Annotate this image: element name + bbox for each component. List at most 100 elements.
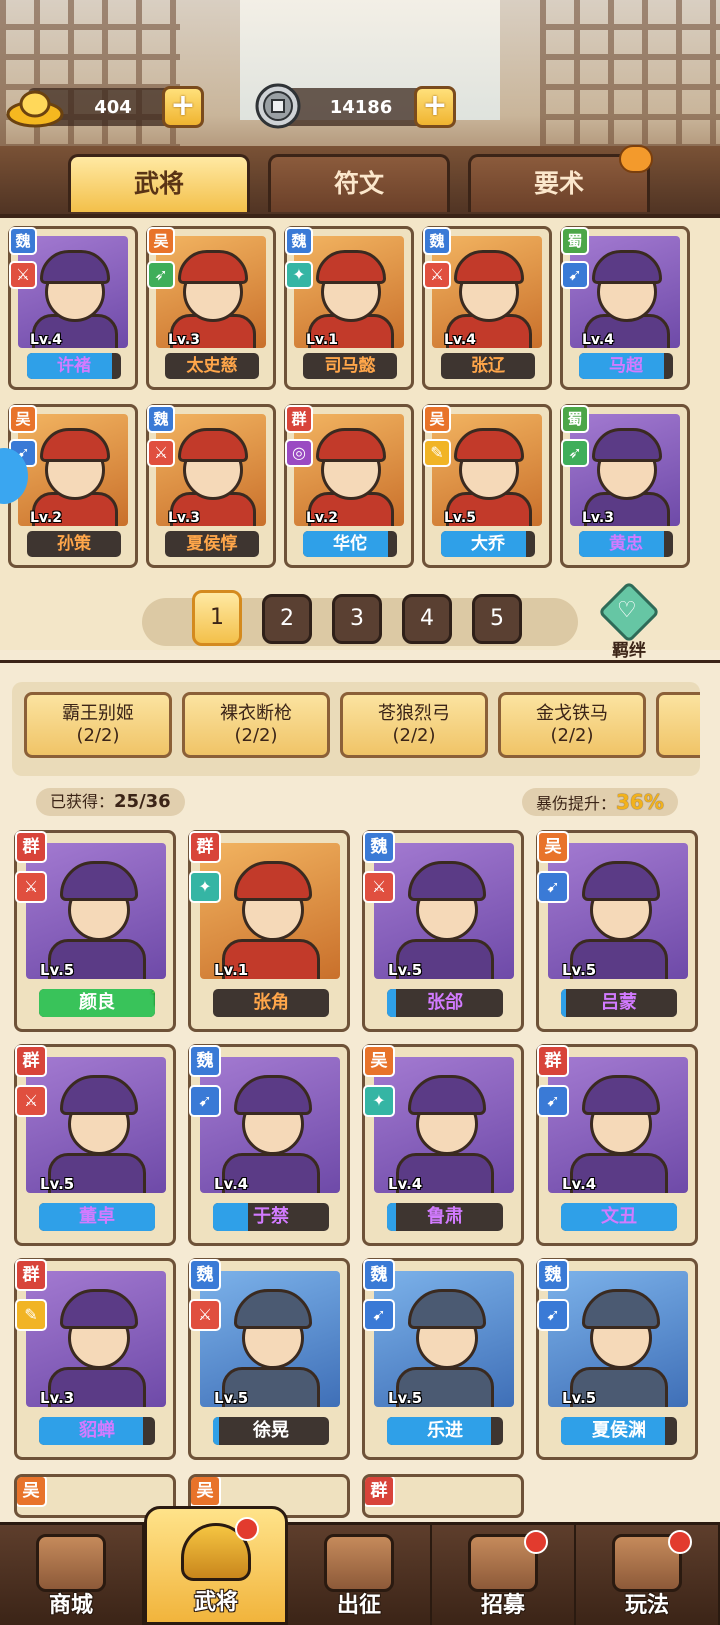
page-button-4[interactable]: 4 <box>402 594 452 644</box>
general-card[interactable]: Lv.4 魏 ➹ 于禁 <box>188 1044 350 1246</box>
combo-card[interactable]: 裸衣断枪 (2/2) <box>182 692 330 758</box>
combo-card[interactable]: 金戈铁马 (2/2) <box>498 692 646 758</box>
general-card[interactable]: Lv.3 魏 ⚔ 夏侯惇 <box>146 404 276 568</box>
faction-badge: 吴 <box>191 1477 221 1507</box>
general-card[interactable]: Lv.5 群 ⚔ 颜良 ⇧ <box>14 830 176 1032</box>
general-name: 文丑 <box>601 1206 637 1227</box>
level-text: Lv.5 <box>388 961 423 979</box>
weapon-type-icon: ➹ <box>537 1299 569 1331</box>
general-card[interactable]: Lv.2 群 ◎ 华佗 <box>284 404 414 568</box>
page-button-5[interactable]: 5 <box>472 594 522 644</box>
general-card[interactable]: Lv.4 群 ➹ 文丑 <box>536 1044 698 1246</box>
tab-runes[interactable]: 符文 <box>268 154 450 212</box>
general-card[interactable]: Lv.4 吴 ✦ 鲁肃 <box>362 1044 524 1246</box>
weapon-type-icon: ⚔ <box>147 439 175 467</box>
general-card[interactable]: Lv.5 魏 ⚔ 张郃 <box>362 830 524 1032</box>
general-portrait: Lv.5 <box>26 843 166 979</box>
notification-dot <box>668 1530 692 1554</box>
helmet-shape <box>234 1075 312 1115</box>
general-name: 貂蝉 <box>79 1420 115 1441</box>
bond-button[interactable]: ♡ 羁绊 <box>597 580 661 661</box>
general-name: 许褚 <box>57 356 91 376</box>
general-card[interactable]: Lv.4 魏 ⚔ 许褚 <box>8 226 138 390</box>
page-button-1[interactable]: 1 <box>192 590 242 646</box>
general-name: 张辽 <box>471 356 505 376</box>
general-name: 华佗 <box>333 534 367 554</box>
faction-badge: 群 <box>15 1259 47 1291</box>
copper-coin-icon <box>255 83 301 129</box>
general-card[interactable]: Lv.1 群 ✦ 张角 <box>188 830 350 1032</box>
level-text: Lv.2 <box>30 510 62 526</box>
nav-modes[interactable]: 玩法 <box>576 1522 720 1625</box>
general-card[interactable]: Lv.5 吴 ➹ 吕蒙 <box>536 830 698 1032</box>
name-progress-bar: 貂蝉 <box>39 1417 155 1445</box>
level-text: Lv.5 <box>40 961 75 979</box>
general-name: 于禁 <box>253 1206 289 1227</box>
general-portrait: Lv.5 <box>374 1271 514 1407</box>
general-card[interactable]: Lv.5 魏 ➹ 夏侯渊 <box>536 1258 698 1460</box>
general-card[interactable]: Lv.5 魏 ➹ 乐进 <box>362 1258 524 1460</box>
general-name: 张郃 <box>427 992 463 1013</box>
helmet-shape <box>582 861 660 901</box>
weapon-type-icon: ➶ <box>561 439 589 467</box>
general-card[interactable]: Lv.2 吴 ➹ 孙策 <box>8 404 138 568</box>
helmet-shape <box>178 428 248 462</box>
faction-badge: 魏 <box>537 1259 569 1291</box>
add-gold-button[interactable]: + <box>162 86 204 128</box>
name-progress-bar: 张辽 <box>441 353 535 379</box>
combo-card[interactable]: 霸王别姬 (2/2) <box>24 692 172 758</box>
helmet-shape <box>60 861 138 901</box>
nav-shop[interactable]: 商城 <box>0 1522 144 1625</box>
general-card[interactable]: Lv.5 吴 ✎ 大乔 <box>422 404 552 568</box>
page-button-3[interactable]: 3 <box>332 594 382 644</box>
add-coins-button[interactable]: + <box>414 86 456 128</box>
nav-label: 招募 <box>480 1593 525 1618</box>
general-name: 夏侯渊 <box>592 1420 646 1441</box>
nav-recruit[interactable]: 招募 <box>432 1522 576 1625</box>
general-portrait: Lv.4 <box>548 1057 688 1193</box>
faction-badge: 吴 <box>17 1477 47 1507</box>
general-card[interactable]: Lv.1 魏 ✦ 司马懿 <box>284 226 414 390</box>
level-text: Lv.1 <box>214 961 249 979</box>
gold-counter: 404 + <box>6 86 204 128</box>
faction-badge: 吴 <box>363 1045 395 1077</box>
helmet-shape <box>408 1289 486 1329</box>
general-card[interactable]: Lv.3 吴 ➶ 太史慈 <box>146 226 276 390</box>
page-button-2[interactable]: 2 <box>262 594 312 644</box>
general-name: 张角 <box>253 992 289 1013</box>
faction-badge: 群 <box>365 1477 395 1507</box>
nav-label: 出征 <box>336 1593 381 1618</box>
faction-badge: 魏 <box>423 227 451 255</box>
notification-bag-icon <box>619 145 653 173</box>
general-card[interactable]: Lv.4 蜀 ➹ 马超 <box>560 226 690 390</box>
combo-card[interactable]: 五 <box>656 692 700 758</box>
combo-card[interactable]: 苍狼烈弓 (2/2) <box>340 692 488 758</box>
nav-generals[interactable]: 武将 <box>144 1506 288 1625</box>
level-text: Lv.5 <box>40 1175 75 1193</box>
general-name: 大乔 <box>471 534 505 554</box>
weapon-type-icon: ⚔ <box>363 871 395 903</box>
general-name: 黄忠 <box>609 534 643 554</box>
general-card-partial[interactable]: 群 <box>362 1474 524 1518</box>
helmet-shape <box>316 428 386 462</box>
tab-generals[interactable]: 武将 <box>68 154 250 212</box>
general-card[interactable]: Lv.3 群 ✎ 貂蝉 <box>14 1258 176 1460</box>
name-progress-bar: 司马懿 <box>303 353 397 379</box>
faction-badge: 吴 <box>423 405 451 433</box>
weapon-type-icon: ➹ <box>537 1085 569 1117</box>
tab-arts[interactable]: 要术 <box>468 145 653 212</box>
general-portrait: Lv.5 <box>374 843 514 979</box>
general-card[interactable]: Lv.4 魏 ⚔ 张辽 <box>422 226 552 390</box>
name-progress-bar: 鲁肃 <box>387 1203 503 1231</box>
general-card[interactable]: Lv.5 魏 ⚔ 徐晃 <box>188 1258 350 1460</box>
level-text: Lv.3 <box>168 332 200 348</box>
crit-damage-bonus: 暴伤提升：36% <box>522 788 678 816</box>
weapon-type-icon: ✦ <box>189 871 221 903</box>
general-card[interactable]: Lv.5 群 ⚔ 董卓 <box>14 1044 176 1246</box>
general-name: 徐晃 <box>253 1420 289 1441</box>
general-name: 孙策 <box>57 534 91 554</box>
section-divider <box>0 660 720 663</box>
nav-campaign[interactable]: 出征 <box>288 1522 432 1625</box>
general-name: 董卓 <box>79 1206 115 1227</box>
general-card[interactable]: Lv.3 蜀 ➶ 黄忠 <box>560 404 690 568</box>
